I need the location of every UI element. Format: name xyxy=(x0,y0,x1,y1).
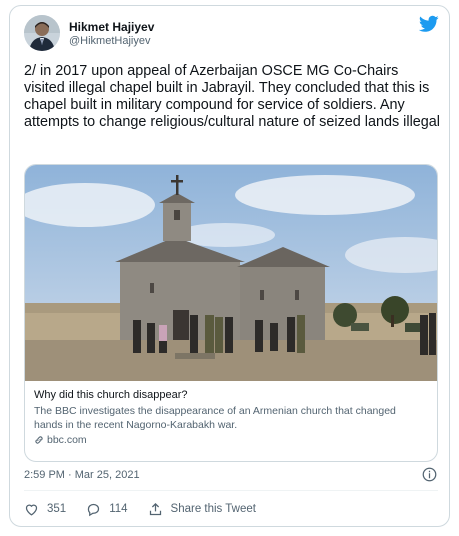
reply-icon xyxy=(88,503,100,516)
reply-button[interactable]: 114 xyxy=(86,502,128,517)
twitter-bird-icon[interactable] xyxy=(419,15,439,33)
info-icon[interactable] xyxy=(422,467,437,482)
like-count: 351 xyxy=(47,503,67,515)
share-button[interactable]: Share this Tweet xyxy=(148,502,256,517)
action-bar: 351 114 Share this Tweet xyxy=(24,499,276,519)
share-label: Share this Tweet xyxy=(170,503,256,515)
link-title[interactable]: Why did this church disappear? xyxy=(34,388,428,402)
author-name[interactable]: Hikmet Hajiyev xyxy=(69,20,154,34)
tweet-text: 2/ in 2017 upon appeal of Azerbaijan OSC… xyxy=(24,63,440,130)
divider xyxy=(24,490,438,491)
link-domain-text: bbc.com xyxy=(47,434,87,446)
link-description: The BBC investigates the disappearance o… xyxy=(34,405,396,431)
share-icon xyxy=(149,502,161,515)
author-avatar[interactable] xyxy=(24,15,60,51)
like-button[interactable]: 351 xyxy=(24,502,66,517)
author-handle[interactable]: @HikmetHajiyev xyxy=(69,35,150,47)
reply-count: 114 xyxy=(109,503,128,515)
link-domain[interactable]: bbc.com xyxy=(34,433,428,447)
tweet-timestamp[interactable]: 2:59 PM · Mar 25, 2021 xyxy=(24,469,140,481)
link-icon xyxy=(35,436,43,444)
church-photo[interactable] xyxy=(25,165,438,381)
tweet-card[interactable]: Hikmet Hajiyev @HikmetHajiyev 2/ in 2017… xyxy=(9,5,450,527)
heart-icon xyxy=(25,504,38,516)
link-preview-card[interactable]: Why did this church disappear? The BBC i… xyxy=(24,164,438,462)
